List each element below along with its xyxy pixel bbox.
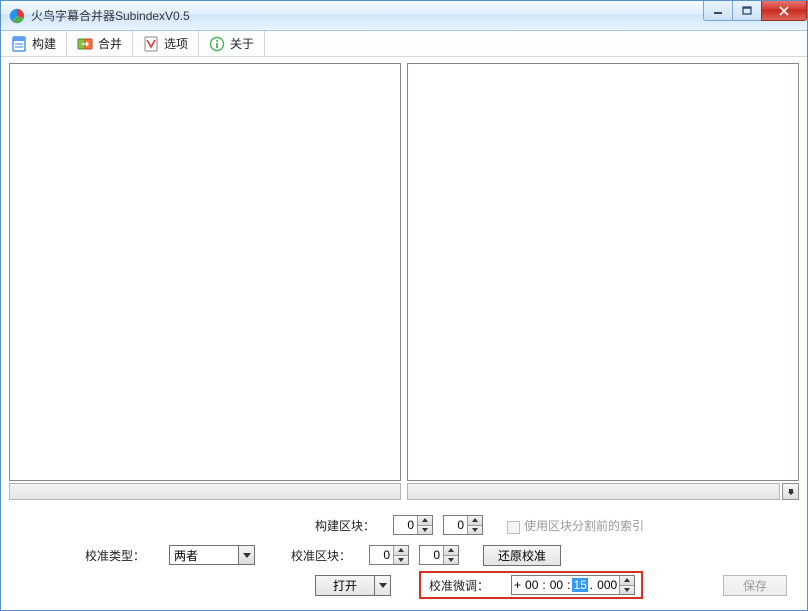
spin-up-icon[interactable] (620, 576, 634, 585)
toolbar-options-label: 选项 (164, 35, 188, 52)
controls-area: 构建区块： 0 0 使用区块分割前的索引 校准类型： 两者 (1, 502, 807, 610)
left-listbox[interactable] (9, 63, 401, 481)
restore-calib-label: 还原校准 (498, 547, 546, 564)
build-block-a-value: 0 (394, 516, 417, 534)
spin-up-icon[interactable] (394, 546, 408, 555)
calib-block-a-spinner[interactable]: 0 (369, 545, 409, 565)
toolbar-build[interactable]: 构建 (1, 31, 67, 56)
build-block-b-value: 0 (444, 516, 467, 534)
toolbar-merge[interactable]: 合并 (67, 31, 133, 56)
right-pane (407, 63, 799, 500)
options-icon (143, 36, 159, 52)
spin-down-icon[interactable] (620, 585, 634, 595)
fine-tune-label: 校准微调： (429, 577, 489, 594)
toolbar-about[interactable]: 关于 (199, 31, 265, 56)
save-button[interactable]: 保存 (723, 575, 787, 596)
left-pane (9, 63, 401, 500)
open-button-label: 打开 (316, 577, 374, 594)
left-h-scrollbar[interactable] (9, 483, 401, 500)
right-h-scrollbar[interactable] (407, 483, 780, 500)
window-title: 火鸟字幕合并器SubindexV0.5 (31, 7, 190, 24)
close-button[interactable] (761, 1, 807, 21)
fine-tune-time-spinner[interactable]: + 00 : 00 : 15 . 000 (511, 575, 635, 595)
open-split-button[interactable]: 打开 (315, 575, 391, 596)
toolbar-build-label: 构建 (32, 35, 56, 52)
spin-up-icon[interactable] (418, 516, 432, 525)
calib-block-label: 校准区块： (291, 547, 351, 564)
time-hours: 00 (523, 578, 540, 592)
use-presplit-index-label: 使用区块分割前的索引 (524, 517, 644, 534)
save-button-label: 保存 (743, 577, 767, 594)
spin-up-icon[interactable] (468, 516, 482, 525)
spin-down-icon[interactable] (468, 525, 482, 535)
right-dropdown-button[interactable] (782, 483, 799, 500)
spin-down-icon[interactable] (418, 525, 432, 535)
panes (1, 57, 807, 502)
time-millis: 000 (595, 578, 619, 592)
calib-block-b-spinner[interactable]: 0 (419, 545, 459, 565)
time-minutes: 00 (548, 578, 565, 592)
toolbar-options[interactable]: 选项 (133, 31, 199, 56)
app-icon (9, 8, 25, 24)
maximize-button[interactable] (732, 1, 762, 21)
use-presplit-index-checkbox[interactable] (507, 521, 520, 534)
calib-block-b-value: 0 (420, 546, 443, 564)
time-sign: + (512, 578, 523, 592)
window-controls (704, 1, 807, 21)
build-block-a-spinner[interactable]: 0 (393, 515, 433, 535)
chevron-down-icon (238, 546, 254, 564)
minimize-button[interactable] (703, 1, 733, 21)
calib-type-value: 两者 (170, 547, 238, 564)
about-icon (209, 36, 225, 52)
restore-calib-button[interactable]: 还原校准 (483, 545, 561, 566)
app-window: 火鸟字幕合并器SubindexV0.5 构建 合并 (0, 0, 808, 611)
merge-icon (77, 36, 93, 52)
spin-up-icon[interactable] (444, 546, 458, 555)
calib-type-combo[interactable]: 两者 (169, 545, 255, 565)
toolbar-about-label: 关于 (230, 35, 254, 52)
spin-down-icon[interactable] (394, 555, 408, 565)
build-block-label: 构建区块： (315, 517, 375, 534)
toolbar: 构建 合并 选项 关于 (1, 31, 807, 57)
right-listbox[interactable] (407, 63, 799, 481)
calib-type-label: 校准类型： (85, 547, 145, 564)
spin-down-icon[interactable] (444, 555, 458, 565)
time-seconds-selected: 15 (572, 578, 587, 592)
titlebar[interactable]: 火鸟字幕合并器SubindexV0.5 (1, 1, 807, 31)
toolbar-merge-label: 合并 (98, 35, 122, 52)
build-icon (11, 36, 27, 52)
calib-block-a-value: 0 (370, 546, 393, 564)
chevron-down-icon[interactable] (374, 576, 390, 595)
build-block-b-spinner[interactable]: 0 (443, 515, 483, 535)
fine-tune-highlight: 校准微调： + 00 : 00 : 15 . 000 (419, 571, 643, 599)
